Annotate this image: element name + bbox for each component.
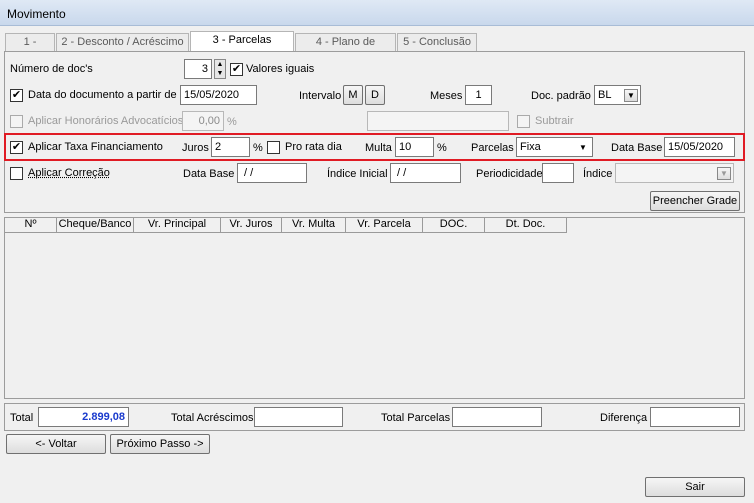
pro-rata-label: Pro rata dia <box>285 141 342 153</box>
subtrair-checkbox[interactable] <box>517 115 530 128</box>
preencher-grade-button[interactable]: Preencher Grade <box>650 191 740 211</box>
tab-conclusao[interactable]: 5 - Conclusão <box>397 33 477 51</box>
grid-header-cheque-banco[interactable]: Cheque/Banco <box>57 218 134 232</box>
data-doc-label: Data do documento a partir de <box>28 89 177 101</box>
grid-header-vr-juros[interactable]: Vr. Juros <box>221 218 282 232</box>
honorarios-input[interactable]: 0,00 <box>182 111 224 131</box>
pro-rata-checkbox[interactable] <box>267 141 280 154</box>
doc-padrao-select[interactable]: BL ▼ <box>594 85 641 105</box>
total-parcelas-input[interactable] <box>452 407 542 427</box>
diferenca-input[interactable] <box>650 407 740 427</box>
num-docs-spinner[interactable]: ▲ ▼ <box>214 59 226 79</box>
correcao-data-base-label: Data Base <box>183 168 235 180</box>
chevron-down-icon: ▼ <box>717 167 731 180</box>
valores-iguais-checkbox[interactable]: ✔ <box>230 63 243 76</box>
voltar-button[interactable]: <- Voltar <box>6 434 106 454</box>
grid-header-vr-parcela[interactable]: Vr. Parcela <box>346 218 423 232</box>
correcao-checkbox[interactable] <box>10 167 23 180</box>
parcelas-label: Parcelas <box>471 142 514 154</box>
grid-header-vr-principal[interactable]: Vr. Principal <box>134 218 221 232</box>
window-title: Movimento <box>7 7 66 21</box>
valores-iguais-label: Valores iguais <box>246 63 315 75</box>
doc-padrao-value: BL <box>598 89 612 101</box>
meses-label: Meses <box>430 90 463 102</box>
tab-parcelas[interactable]: 3 - Parcelas (doc's) <box>190 31 294 62</box>
intervalo-m-button[interactable]: M <box>343 85 363 105</box>
multa-input[interactable]: 10 <box>395 137 434 157</box>
juros-input[interactable]: 2 <box>211 137 250 157</box>
juros-label: Juros <box>182 142 209 154</box>
proximo-passo-button[interactable]: Próximo Passo -> <box>110 434 210 454</box>
parcelas-grid[interactable]: Nº Cheque/Banco Vr. Principal Vr. Juros … <box>4 217 745 399</box>
options-panel <box>4 51 745 213</box>
intervalo-d-button[interactable]: D <box>365 85 385 105</box>
total-label: Total <box>10 412 34 424</box>
diferenca-label: Diferença <box>600 412 648 424</box>
total-parcelas-label: Total Parcelas <box>381 412 451 424</box>
data-base-input[interactable]: 15/05/2020 <box>664 137 735 157</box>
grid-header-vr-multa[interactable]: Vr. Multa <box>282 218 346 232</box>
honorarios-label: Aplicar Honorários Advocatícios <box>28 115 184 127</box>
indice-select[interactable]: ▼ <box>615 163 734 183</box>
correcao-data-base-input[interactable]: / / <box>237 163 307 183</box>
tab-filtro[interactable]: 1 - Filtro <box>5 33 55 64</box>
num-docs-input[interactable]: 3 <box>184 59 212 79</box>
chevron-down-icon: ▼ <box>624 89 638 102</box>
grid-header-dt-doc[interactable]: Dt. Doc. <box>485 218 567 232</box>
correcao-label: Aplicar Correção <box>28 167 110 179</box>
data-doc-input[interactable]: 15/05/2020 <box>180 85 257 105</box>
parcelas-value: Fixa <box>520 141 541 153</box>
doc-padrao-label: Doc. padrão <box>531 90 591 102</box>
data-doc-checkbox[interactable]: ✔ <box>10 89 23 102</box>
multa-label: Multa <box>365 142 392 154</box>
periodicidade-input[interactable] <box>542 163 574 183</box>
sair-button[interactable]: Sair <box>645 477 745 497</box>
periodicidade-label: Periodicidade <box>476 168 543 180</box>
meses-input[interactable]: 1 <box>465 85 492 105</box>
data-base-label: Data Base <box>611 142 663 154</box>
multa-pct: % <box>437 142 447 154</box>
juros-pct: % <box>253 142 263 154</box>
honorarios-pct: % <box>227 116 237 128</box>
intervalo-label: Intervalo <box>299 90 342 102</box>
taxa-financiamento-checkbox[interactable]: ✔ <box>10 141 23 154</box>
total-acrescimos-label: Total Acréscimos <box>171 412 254 424</box>
honorarios-checkbox[interactable] <box>10 115 23 128</box>
tab-plano-baixas[interactable]: 4 - Plano de Baixas <box>295 33 396 64</box>
title-bar <box>0 0 754 26</box>
indice-inicial-label: Índice Inicial <box>327 168 388 180</box>
taxa-financiamento-label: Aplicar Taxa Financiamento <box>28 141 163 153</box>
total-value: 2.899,08 <box>38 407 129 427</box>
subtrair-label: Subtrair <box>535 115 574 127</box>
grid-header-doc[interactable]: DOC. <box>423 218 485 232</box>
tab-desconto-acrescimo[interactable]: 2 - Desconto / Acréscimo <box>56 33 189 51</box>
indice-inicial-input[interactable]: / / <box>390 163 461 183</box>
num-docs-label: Número de doc's <box>10 63 93 75</box>
indice-label: Índice <box>583 168 613 180</box>
honorarios-description-input[interactable] <box>367 111 509 131</box>
chevron-down-icon: ▼ <box>576 141 590 154</box>
parcelas-select[interactable]: Fixa ▼ <box>516 137 593 157</box>
grid-header-numero[interactable]: Nº <box>5 218 57 232</box>
total-acrescimos-input[interactable] <box>254 407 343 427</box>
